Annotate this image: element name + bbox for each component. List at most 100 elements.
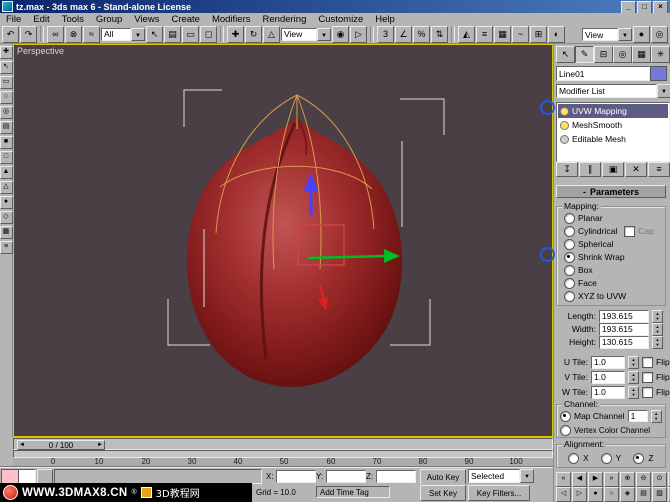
left-toolbar-icon[interactable]: ◇ xyxy=(0,211,13,224)
reference-coordinate-dropdown[interactable]: View xyxy=(281,27,331,41)
width-field[interactable]: 193.615 xyxy=(599,322,649,336)
left-toolbar-icon[interactable]: □ xyxy=(0,151,13,164)
selection-filter-dropdown[interactable]: All xyxy=(101,27,145,41)
key-mode-toggle-icon[interactable]: ◁ xyxy=(556,487,571,502)
menu-views[interactable]: Views xyxy=(128,14,165,25)
z-coord-field[interactable] xyxy=(376,470,416,483)
left-toolbar-icon[interactable]: ● xyxy=(0,196,13,209)
height-field[interactable]: 130.615 xyxy=(599,335,649,349)
perspective-viewport[interactable]: Perspective xyxy=(13,44,553,437)
radio-xyz-to-uvw[interactable] xyxy=(564,290,575,302)
zoom-icon[interactable]: ⊕ xyxy=(620,472,635,487)
render-scene-icon[interactable]: ● xyxy=(633,26,650,43)
mapping-option-shrink-wrap[interactable]: Shrink Wrap xyxy=(564,251,625,263)
maxscript-mini-listener-white[interactable] xyxy=(18,469,36,484)
tab-utilities[interactable]: ✳ xyxy=(651,46,670,63)
curve-editor-icon[interactable]: ~ xyxy=(512,25,529,43)
dropdown-arrow-icon[interactable] xyxy=(657,84,670,98)
min-max-toggle-icon[interactable]: ▧ xyxy=(652,487,667,502)
set-key-button[interactable]: Set Key xyxy=(420,485,466,501)
mapping-option-box[interactable]: Box xyxy=(564,264,593,276)
left-toolbar-icon[interactable]: ▦ xyxy=(0,226,13,239)
tab-motion[interactable]: ◎ xyxy=(613,46,632,63)
left-toolbar-icon[interactable]: ○ xyxy=(0,91,13,104)
previous-frame-icon[interactable]: ◀ xyxy=(572,472,587,487)
dropdown-arrow-icon[interactable] xyxy=(131,27,145,41)
maxscript-mini-listener-pink[interactable] xyxy=(1,469,19,484)
radio-align-x[interactable] xyxy=(568,452,579,464)
previous-frame-icon[interactable]: ◄ xyxy=(19,442,25,448)
time-slider-track[interactable]: ◄ 0 / 100 ► xyxy=(13,438,553,450)
key-filters-button[interactable]: Key Filters... xyxy=(468,485,530,501)
mapping-option-xyz-to-uvw[interactable]: XYZ to UVW xyxy=(564,290,626,302)
object-name-field[interactable]: Line01 xyxy=(556,66,650,81)
menu-tools[interactable]: Tools xyxy=(56,14,90,25)
mapping-option-cylindrical[interactable]: Cylindrical Cap xyxy=(564,225,654,237)
u-tile-spinner[interactable] xyxy=(628,355,639,369)
rollout-collapse-icon[interactable]: - xyxy=(583,187,586,197)
tab-display[interactable]: ▦ xyxy=(632,46,651,63)
modifier-stack-item-editable-mesh[interactable]: Editable Mesh xyxy=(558,132,668,146)
mapping-option-face[interactable]: Face xyxy=(564,277,597,289)
unlink-selection-icon[interactable]: ⊗ xyxy=(65,25,82,43)
v-tile-field[interactable]: 1.0 xyxy=(591,370,625,384)
pin-stack-icon[interactable]: ↧ xyxy=(556,162,578,177)
modifier-stack-item-meshsmooth[interactable]: MeshSmooth xyxy=(558,118,668,132)
left-toolbar-icon[interactable]: ≡ xyxy=(0,241,13,254)
selection-region-icon[interactable]: ▭ xyxy=(182,25,199,43)
snap-toggle-icon[interactable]: 3 xyxy=(377,25,394,43)
layer-manager-icon[interactable]: ▦ xyxy=(494,25,511,43)
length-field[interactable]: 193.615 xyxy=(599,309,649,323)
peach-mesh-object[interactable] xyxy=(186,116,403,387)
radio-planar[interactable] xyxy=(564,212,575,224)
menu-group[interactable]: Group xyxy=(90,14,128,25)
radio-cylindrical[interactable] xyxy=(564,225,575,237)
arc-rotate-icon[interactable]: ◈ xyxy=(620,487,635,502)
zoom-extents-icon[interactable]: ⊙ xyxy=(652,472,667,487)
window-crossing-icon[interactable]: ◻ xyxy=(200,25,217,43)
spinner-snap-icon[interactable]: ⇅ xyxy=(431,25,448,43)
next-key-icon[interactable]: ▷ xyxy=(572,487,587,502)
select-and-move-icon[interactable]: ✚ xyxy=(227,25,244,43)
parameters-rollout-header[interactable]: - Parameters xyxy=(556,185,666,198)
percent-snap-icon[interactable]: % xyxy=(413,25,430,43)
key-selection-dropdown[interactable]: Selected xyxy=(468,469,534,483)
left-toolbar-icon[interactable]: △ xyxy=(0,181,13,194)
length-spinner[interactable] xyxy=(652,309,663,323)
vertex-color-row[interactable]: Vertex Color Channel xyxy=(560,424,650,436)
radio-align-z[interactable] xyxy=(633,452,645,464)
cap-checkbox[interactable] xyxy=(624,225,636,237)
undo-icon[interactable]: ↶ xyxy=(2,25,19,43)
w-tile-field[interactable]: 1.0 xyxy=(591,385,625,399)
left-toolbar-icon[interactable]: ■ xyxy=(0,136,13,149)
tab-modify[interactable]: ✎ xyxy=(575,46,594,63)
time-slider-handle[interactable]: ◄ 0 / 100 ► xyxy=(17,440,105,450)
remove-modifier-icon[interactable]: ✕ xyxy=(625,162,647,177)
dropdown-arrow-icon[interactable] xyxy=(520,469,534,483)
radio-align-y[interactable] xyxy=(600,452,612,464)
u-flip-checkbox[interactable] xyxy=(642,356,653,368)
map-channel-spinner[interactable] xyxy=(650,409,662,423)
select-object-icon[interactable]: ↖ xyxy=(146,25,163,43)
w-flip-checkbox[interactable] xyxy=(642,386,653,398)
radio-spherical[interactable] xyxy=(564,238,575,250)
w-tile-spinner[interactable] xyxy=(628,385,639,399)
select-and-rotate-icon[interactable]: ↻ xyxy=(245,25,262,43)
use-pivot-point-center-icon[interactable]: ◉ xyxy=(332,25,349,43)
select-and-link-icon[interactable]: ∞ xyxy=(47,25,64,43)
mirror-icon[interactable]: ◭ xyxy=(458,25,475,43)
left-toolbar-icon[interactable]: ▤ xyxy=(0,121,13,134)
radio-map-channel[interactable] xyxy=(560,410,571,422)
redo-icon[interactable]: ↷ xyxy=(20,25,37,43)
schematic-view-icon[interactable]: ⊞ xyxy=(530,25,547,43)
make-unique-icon[interactable]: ▣ xyxy=(602,162,624,177)
radio-vertex-color-channel[interactable] xyxy=(560,424,571,436)
zoom-region-icon[interactable]: ▤ xyxy=(636,487,651,502)
left-toolbar-icon[interactable]: ◎ xyxy=(0,106,13,119)
tab-hierarchy[interactable]: ⊟ xyxy=(594,46,613,63)
x-coord-field[interactable] xyxy=(276,470,316,483)
menu-help[interactable]: Help xyxy=(369,14,401,25)
zoom-all-icon[interactable]: ⊖ xyxy=(636,472,651,487)
radio-face[interactable] xyxy=(564,277,575,289)
y-coord-field[interactable] xyxy=(326,470,366,483)
